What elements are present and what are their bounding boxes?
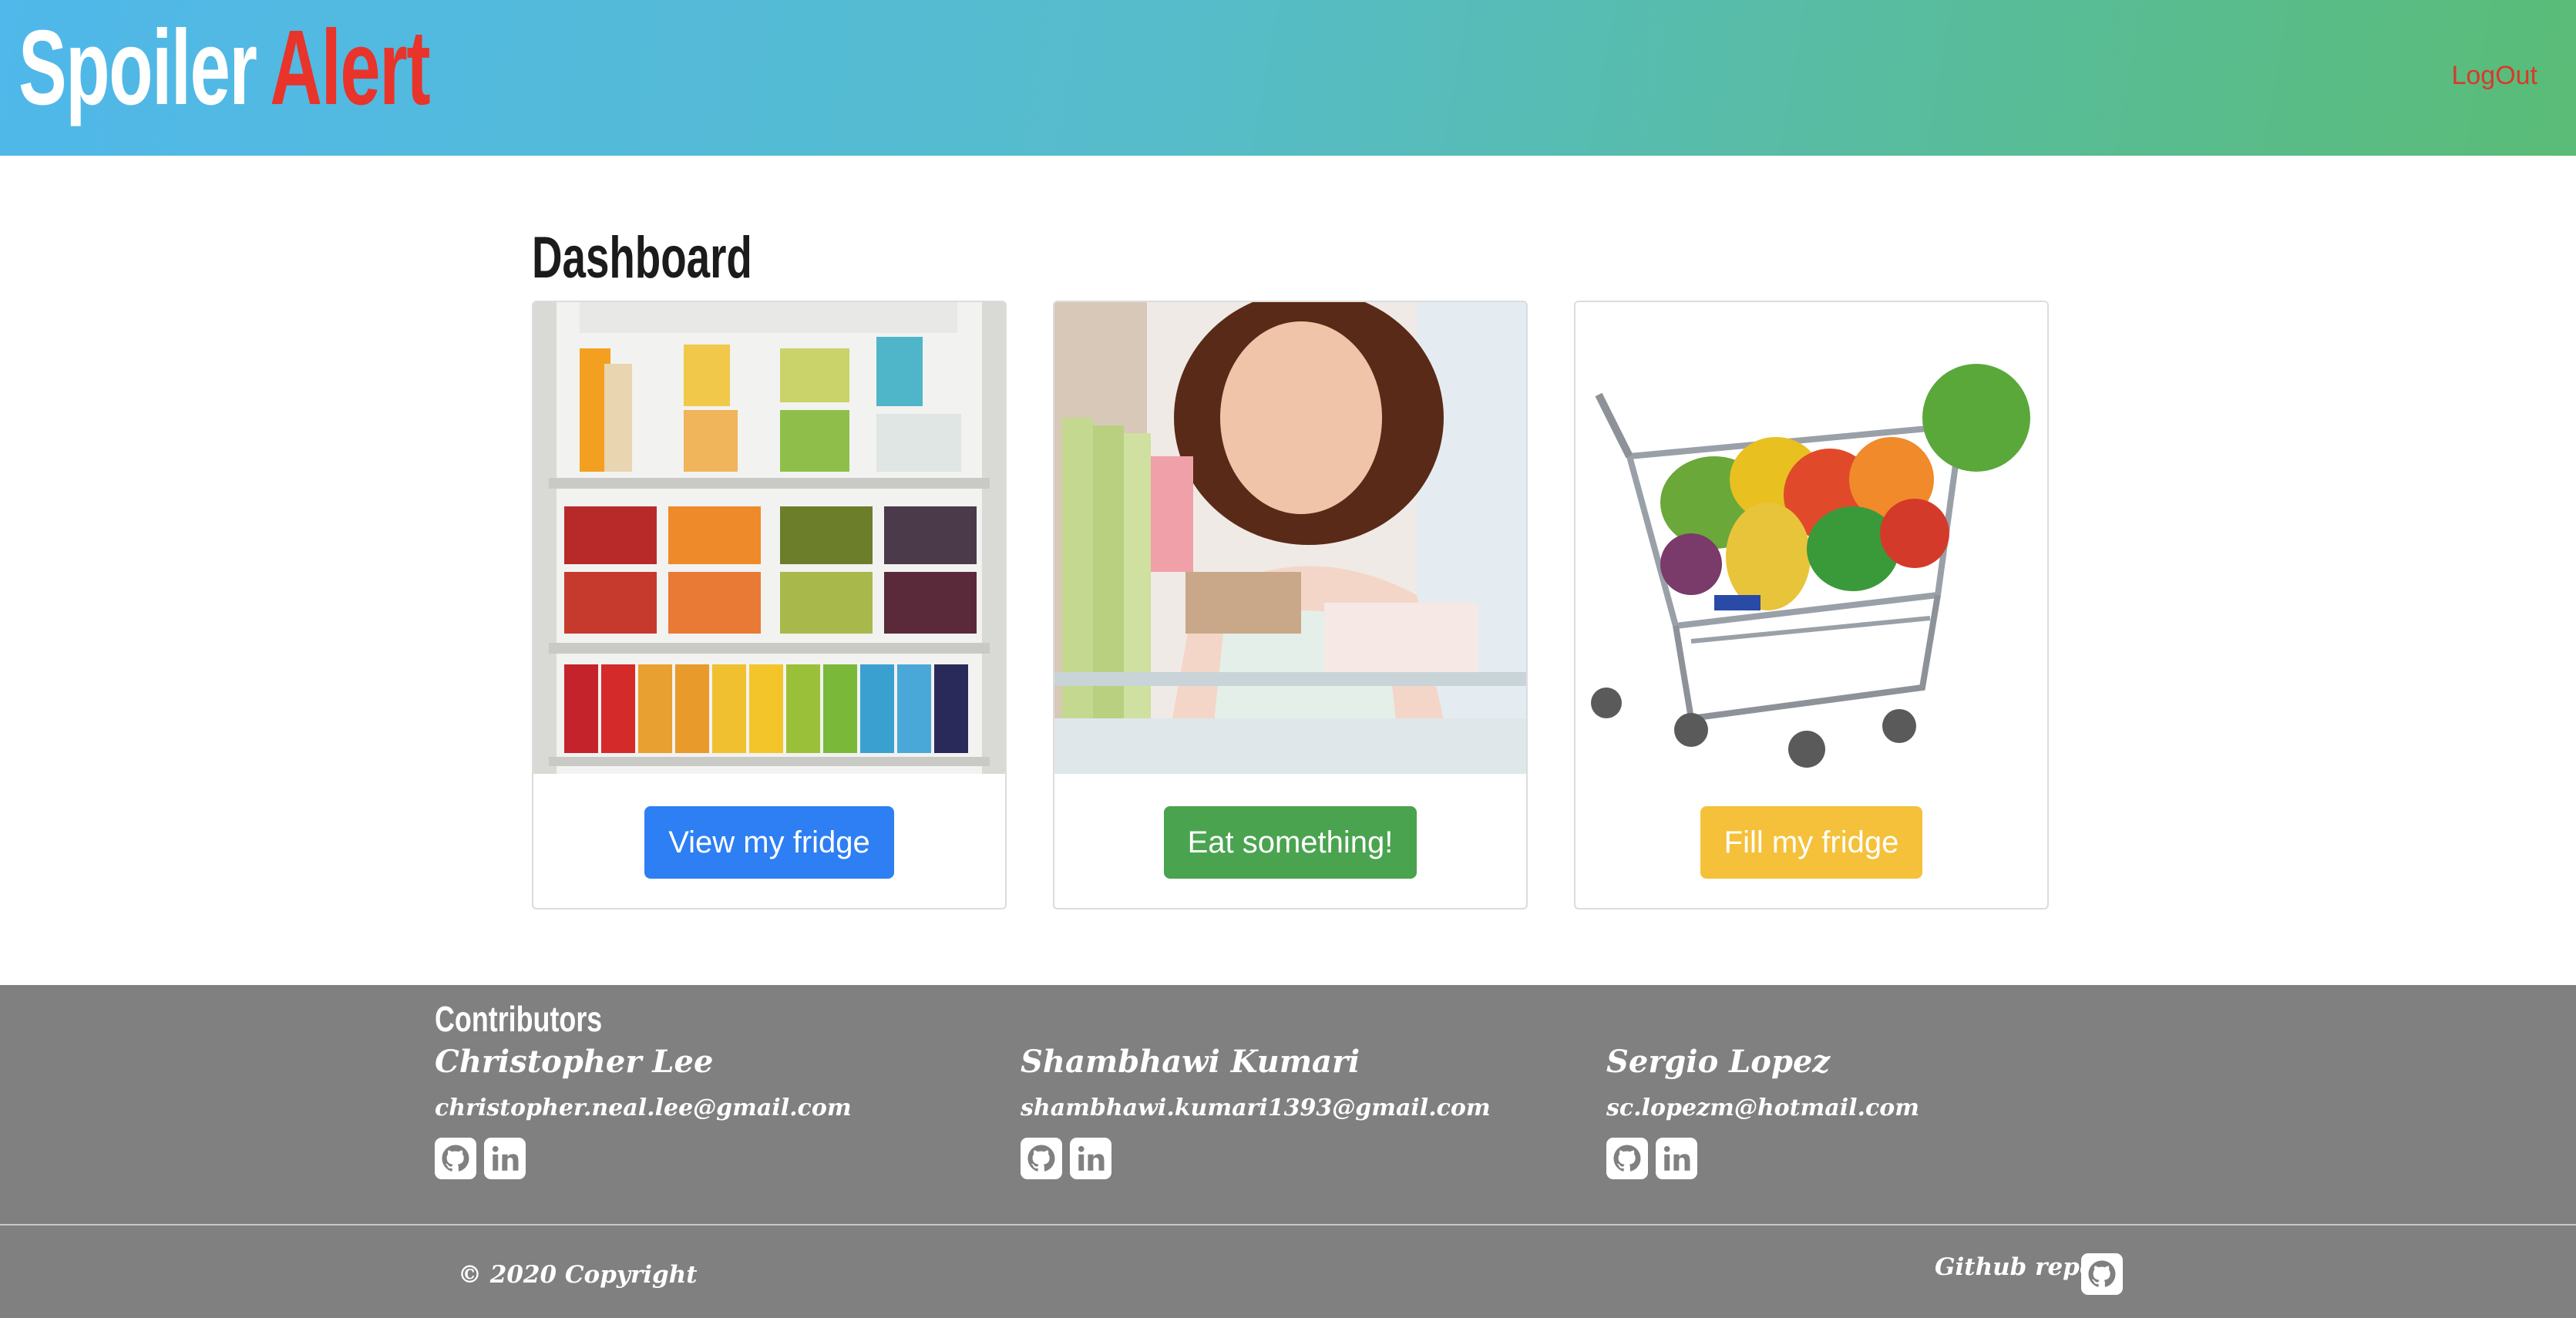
contributor-card: Shambhawi Kumari shambhawi.kumari1393@gm… bbox=[1021, 1041, 1560, 1181]
contributor-name: Christopher Lee bbox=[435, 1044, 714, 1080]
logout-link[interactable]: LogOut bbox=[2451, 60, 2537, 91]
linkedin-icon[interactable] bbox=[484, 1138, 526, 1179]
fill-fridge-button[interactable]: Fill my fridge bbox=[1700, 806, 1922, 879]
linkedin-icon[interactable] bbox=[1656, 1138, 1697, 1179]
contributor-email: shambhawi.kumari1393@gmail.com bbox=[1021, 1094, 1491, 1121]
page-title: Dashboard bbox=[532, 225, 752, 291]
contributor-name: Sergio Lopez bbox=[1606, 1044, 1831, 1080]
brand-word-alert: Alert bbox=[270, 8, 430, 127]
grocery-cart-image bbox=[1576, 302, 2047, 774]
contributor-email: sc.lopezm@hotmail.com bbox=[1606, 1094, 1919, 1121]
footer: Contributors Christopher Lee christopher… bbox=[0, 985, 2576, 1318]
top-navbar: Spoiler Alert LogOut bbox=[0, 0, 2576, 156]
brand-word-spoiler: Spoiler bbox=[18, 8, 257, 127]
github-icon[interactable] bbox=[435, 1138, 476, 1179]
card-fill-fridge: Fill my fridge bbox=[1574, 301, 2049, 909]
woman-eating-image bbox=[1054, 302, 1526, 774]
copyright-text: © 2020 Copyright bbox=[458, 1261, 698, 1289]
brand-logo[interactable]: Spoiler Alert bbox=[18, 6, 431, 127]
contributors-title: Contributors bbox=[435, 999, 603, 1039]
contributor-card: Sergio Lopez sc.lopezm@hotmail.com bbox=[1606, 1041, 2146, 1181]
contributor-email: christopher.neal.lee@gmail.com bbox=[435, 1094, 852, 1121]
contributor-card: Christopher Lee christopher.neal.lee@gma… bbox=[435, 1041, 974, 1181]
fridge-contents-image bbox=[533, 302, 1005, 774]
footer-divider bbox=[0, 1224, 2576, 1226]
eat-something-button[interactable]: Eat something! bbox=[1164, 806, 1417, 879]
view-fridge-button[interactable]: View my fridge bbox=[644, 806, 894, 879]
linkedin-icon[interactable] bbox=[1070, 1138, 1111, 1179]
github-icon[interactable] bbox=[1606, 1138, 1648, 1179]
github-icon[interactable] bbox=[1021, 1138, 1062, 1179]
card-eat-something: Eat something! bbox=[1053, 301, 1528, 909]
card-view-fridge: View my fridge bbox=[532, 301, 1007, 909]
contributor-name: Shambhawi Kumari bbox=[1021, 1044, 1360, 1080]
github-repo-label[interactable]: Github repo bbox=[1935, 1250, 2096, 1284]
github-repo-icon[interactable] bbox=[2081, 1253, 2123, 1295]
